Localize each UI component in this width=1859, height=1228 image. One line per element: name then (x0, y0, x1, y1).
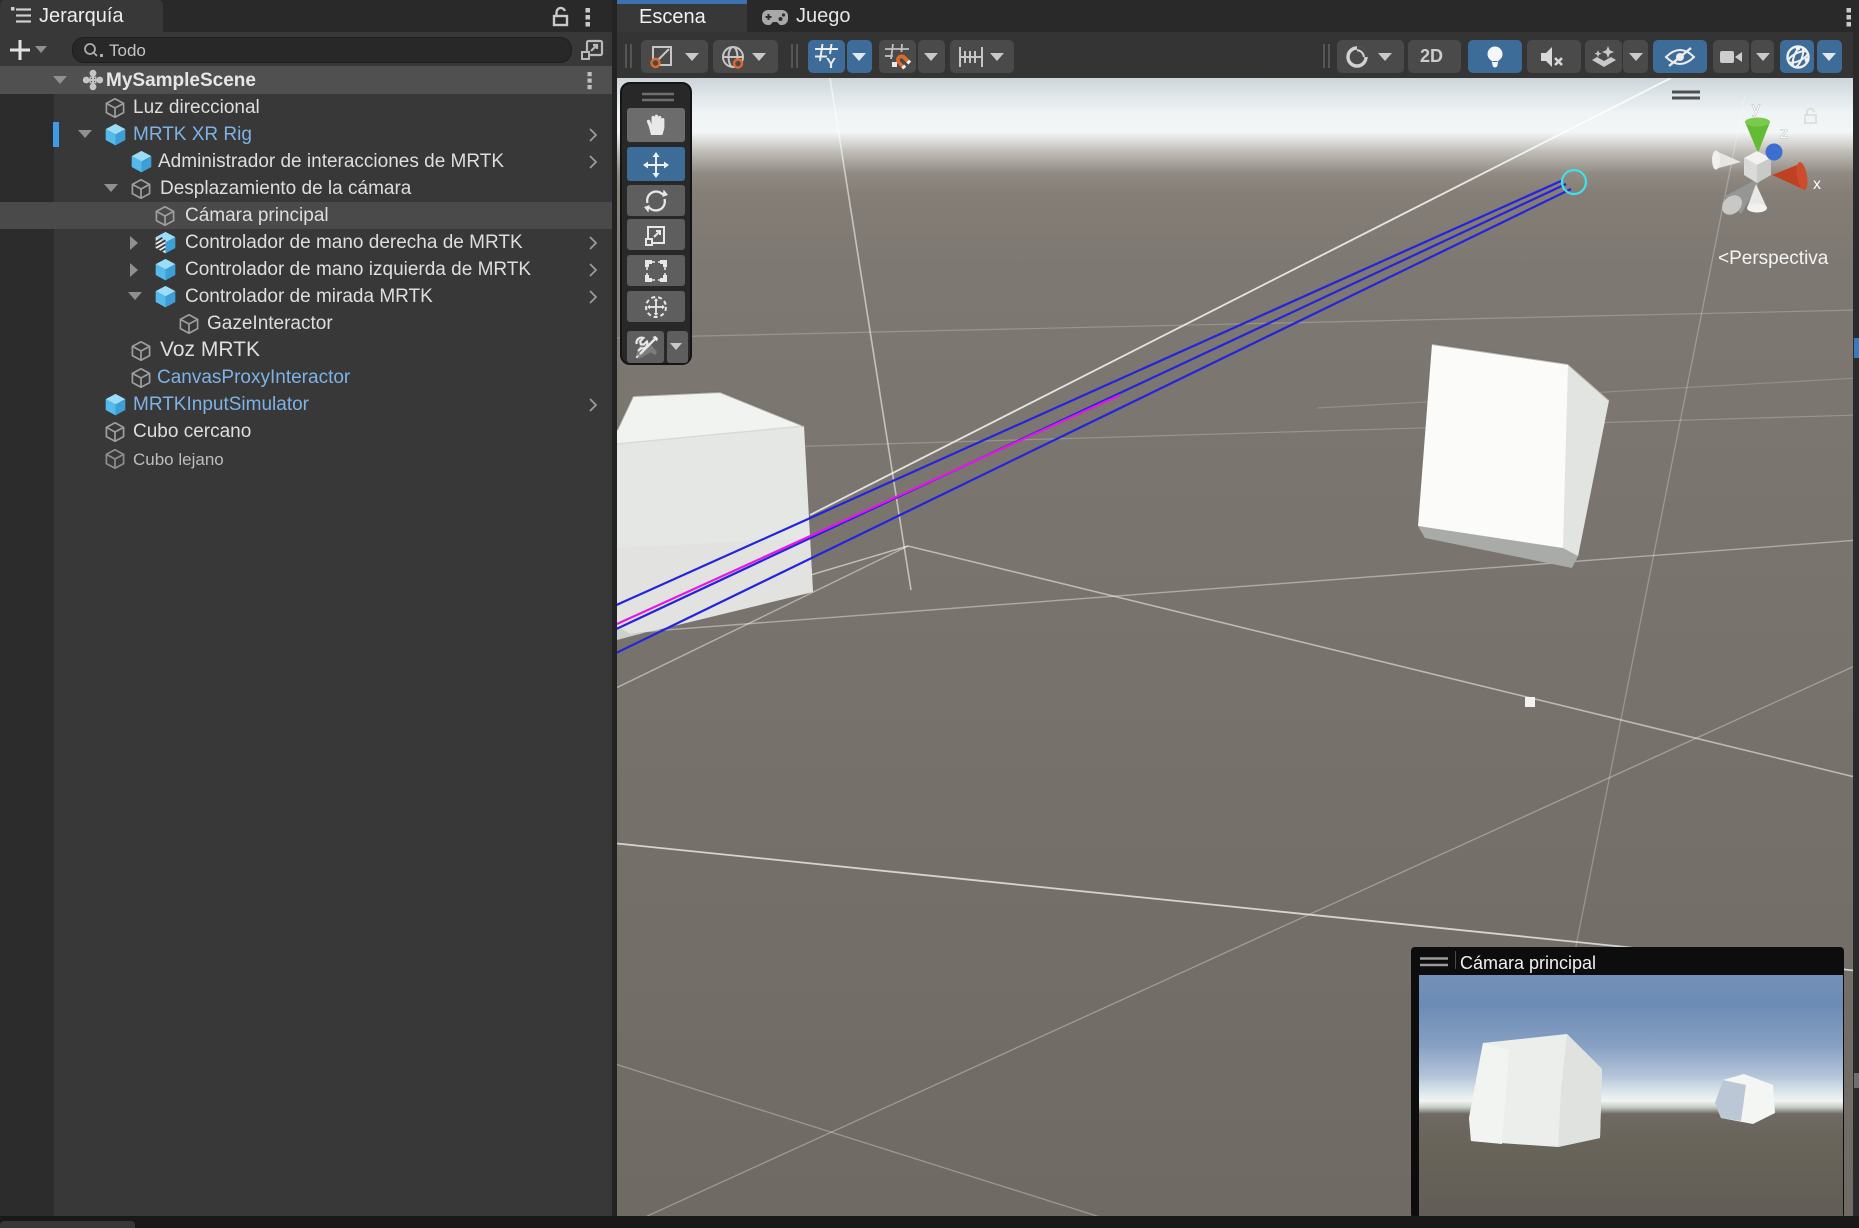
svg-text:x: x (1813, 176, 1821, 193)
svg-text:<Perspectiva: <Perspectiva (1718, 248, 1829, 269)
svg-text:y: y (1752, 100, 1760, 117)
svg-text:Y: Y (826, 55, 836, 69)
svg-text:z: z (1780, 125, 1788, 142)
